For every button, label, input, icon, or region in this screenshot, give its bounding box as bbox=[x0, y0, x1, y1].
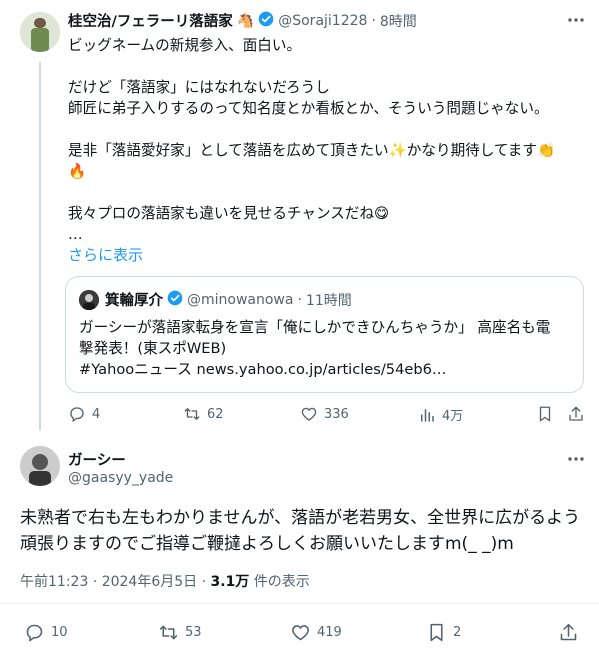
quote-author-handle: @minowanowa bbox=[187, 291, 294, 308]
like-count: 336 bbox=[324, 406, 349, 422]
verified-icon bbox=[167, 290, 183, 310]
more-options-icon[interactable] bbox=[566, 12, 586, 28]
quote-text-line: 撃発表！(東スポWEB) bbox=[79, 340, 227, 357]
retweet-button[interactable]: 53 bbox=[158, 622, 202, 643]
share-icon bbox=[560, 623, 577, 641]
quote-text-line: ガーシーが落語家転身を宣言「俺にしかできひんちゃうか」 高座名も電 bbox=[79, 319, 551, 336]
avatar[interactable] bbox=[20, 12, 60, 52]
reply-icon bbox=[26, 624, 43, 642]
separator: · bbox=[371, 12, 376, 29]
author-name[interactable]: 桂空治/フェラーリ落語家 bbox=[68, 10, 233, 31]
reply-button[interactable]: 10 bbox=[24, 622, 68, 643]
quote-avatar bbox=[79, 290, 99, 310]
retweet-count: 53 bbox=[185, 625, 202, 640]
tweet-text-line: だけど「落語家」にはなれないだろうし bbox=[68, 79, 330, 96]
quote-post-time: 11時間 bbox=[305, 292, 352, 309]
more-options-icon[interactable] bbox=[566, 451, 586, 467]
thread-line bbox=[39, 62, 41, 430]
post-timestamp[interactable]: 午前11:23 · 2024年6月5日 · bbox=[20, 574, 211, 590]
views-button[interactable]: 4万 bbox=[418, 405, 463, 424]
author-handle[interactable]: @Soraji1228 bbox=[278, 13, 367, 29]
tweet-text-line: 師匠に弟子入りするのって知名度とか看板とか、そういう問題じゃない。 bbox=[68, 100, 549, 117]
retweet-count: 62 bbox=[207, 406, 224, 422]
quote-author-name: 箕輪厚介 bbox=[105, 293, 163, 309]
bookmark-icon bbox=[430, 623, 443, 642]
tweet-text-line: … bbox=[68, 226, 83, 243]
like-button[interactable]: 336 bbox=[300, 405, 349, 423]
bookmark-count: 2 bbox=[453, 625, 462, 640]
reply-button[interactable]: 4 bbox=[68, 405, 100, 423]
share-icon bbox=[569, 406, 583, 421]
post-time[interactable]: 8時間 bbox=[380, 11, 417, 31]
like-count: 419 bbox=[317, 625, 342, 640]
author-handle[interactable]: @gaasyy_yade bbox=[68, 470, 173, 486]
heart-icon bbox=[301, 407, 317, 421]
bookmark-icon bbox=[539, 406, 551, 422]
post-meta: 午前11:23 · 2024年6月5日 · 3.1万 件の表示 bbox=[20, 571, 310, 591]
tweet-text-line: 我々プロの落語家も違いを見せるチャンスだね😋 bbox=[68, 205, 390, 222]
bookmark-button[interactable] bbox=[536, 405, 554, 423]
bookmark-button[interactable]: 2 bbox=[426, 622, 461, 643]
view-count-suffix: 件の表示 bbox=[249, 574, 310, 590]
tweet-text-line: 未熟者で右も左もわかりませんが、落語が老若男女、全世界に広がるよう bbox=[20, 508, 581, 528]
separator: · bbox=[297, 291, 302, 308]
tweet-text-line: 頑張りますのでご指導ご鞭撻よろしくお願いいたしますm(_ _)m bbox=[20, 534, 514, 554]
heart-icon bbox=[292, 625, 309, 641]
verified-icon bbox=[258, 11, 274, 31]
reply-icon bbox=[70, 407, 84, 423]
quoted-tweet-card[interactable]: 箕輪厚介 @minowanowa · 11時間 ガーシーが落語家転身を宣言「俺に… bbox=[65, 276, 584, 393]
retweet-icon bbox=[184, 408, 200, 420]
like-button[interactable]: 419 bbox=[290, 622, 342, 643]
tweet-text-line: 是非「落語愛好家」として落語を広めて頂きたい✨かなり期待してます👏 bbox=[68, 142, 556, 159]
share-button[interactable] bbox=[567, 405, 585, 423]
horse-icon: 🐴 bbox=[236, 12, 255, 29]
reply-count: 4 bbox=[92, 406, 101, 422]
view-count-strong: 3.1万 bbox=[210, 574, 250, 590]
avatar[interactable] bbox=[20, 446, 60, 486]
reply-count: 10 bbox=[51, 625, 68, 640]
show-more-link[interactable]: さらに表示 bbox=[68, 244, 143, 265]
author-name[interactable]: ガーシー bbox=[68, 449, 126, 470]
views-icon bbox=[421, 408, 434, 422]
divider bbox=[0, 603, 599, 604]
quote-text-line: #Yahooニュース news.yahoo.co.jp/articles/54e… bbox=[79, 361, 447, 378]
view-count: 4万 bbox=[442, 409, 464, 424]
retweet-button[interactable]: 62 bbox=[183, 405, 224, 423]
tweet-text-line: 🔥 bbox=[68, 163, 87, 180]
retweet-icon bbox=[159, 625, 178, 640]
share-button[interactable] bbox=[558, 622, 579, 643]
tweet-text-line: ビッグネームの新規参入、面白い。 bbox=[68, 37, 302, 54]
